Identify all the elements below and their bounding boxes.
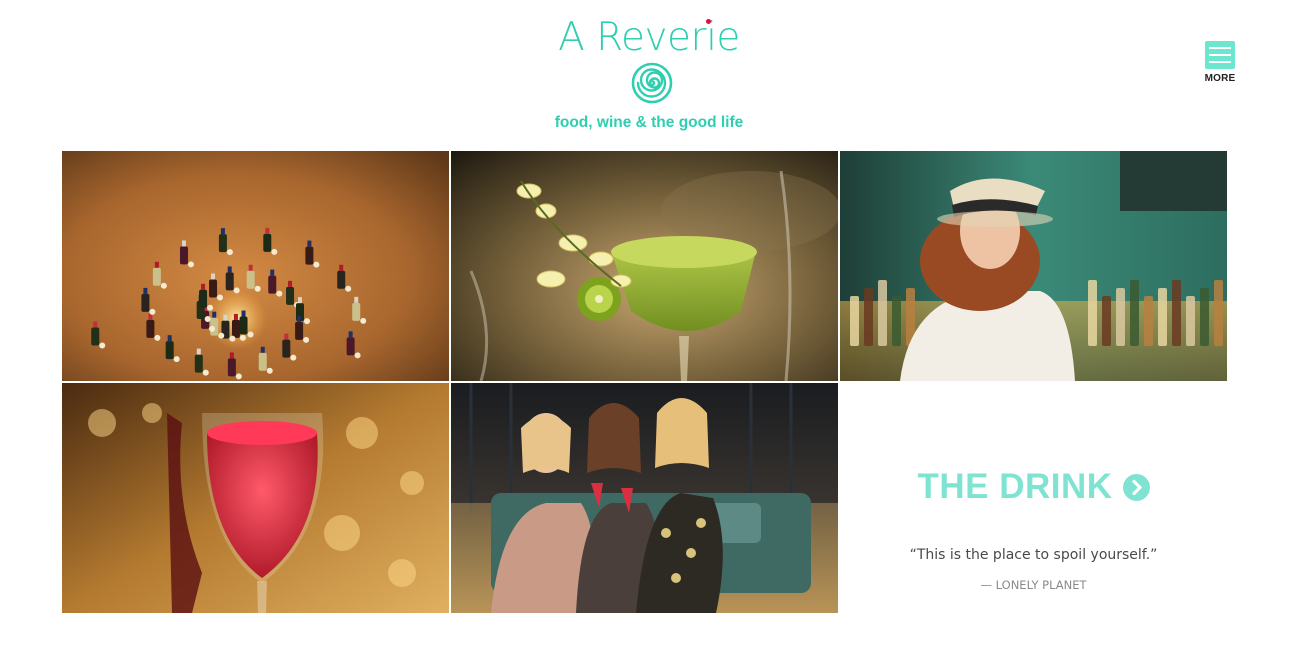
page: A Reverie food, wine & the good life MOR… [0, 0, 1298, 661]
the-drink-link[interactable]: THE DRINK [840, 467, 1227, 507]
brand-tagline: food, wine & the good life [554, 114, 744, 131]
chevron-right-circle-icon [1122, 473, 1150, 501]
review-quote: “This is the place to spoil yourself.” [909, 547, 1158, 563]
more-menu-button[interactable]: MORE [1200, 41, 1240, 87]
red-sparkling-wine-glass-photo[interactable] [62, 383, 449, 613]
quote-attribution: — LONELY PLANET [980, 578, 1087, 592]
woman-in-hat-at-bar-photo[interactable] [840, 151, 1227, 381]
menu-label: MORE [1204, 73, 1236, 84]
three-friends-toasting-photo[interactable] [451, 383, 838, 613]
hamburger-menu-icon [1205, 41, 1235, 69]
brand-name: A Reverie [558, 15, 740, 60]
logo-dot [706, 19, 711, 24]
feature-title: THE DRINK [917, 467, 1113, 506]
spiral-icon [631, 62, 673, 104]
site-logo[interactable]: A Reverie food, wine & the good life [549, 10, 749, 136]
wine-bottle-spiral-photo[interactable] [62, 151, 449, 381]
feature-panel: THE DRINK “This is the place to spoil yo… [840, 383, 1227, 613]
kiwi-cocktail-photo[interactable] [451, 151, 838, 381]
